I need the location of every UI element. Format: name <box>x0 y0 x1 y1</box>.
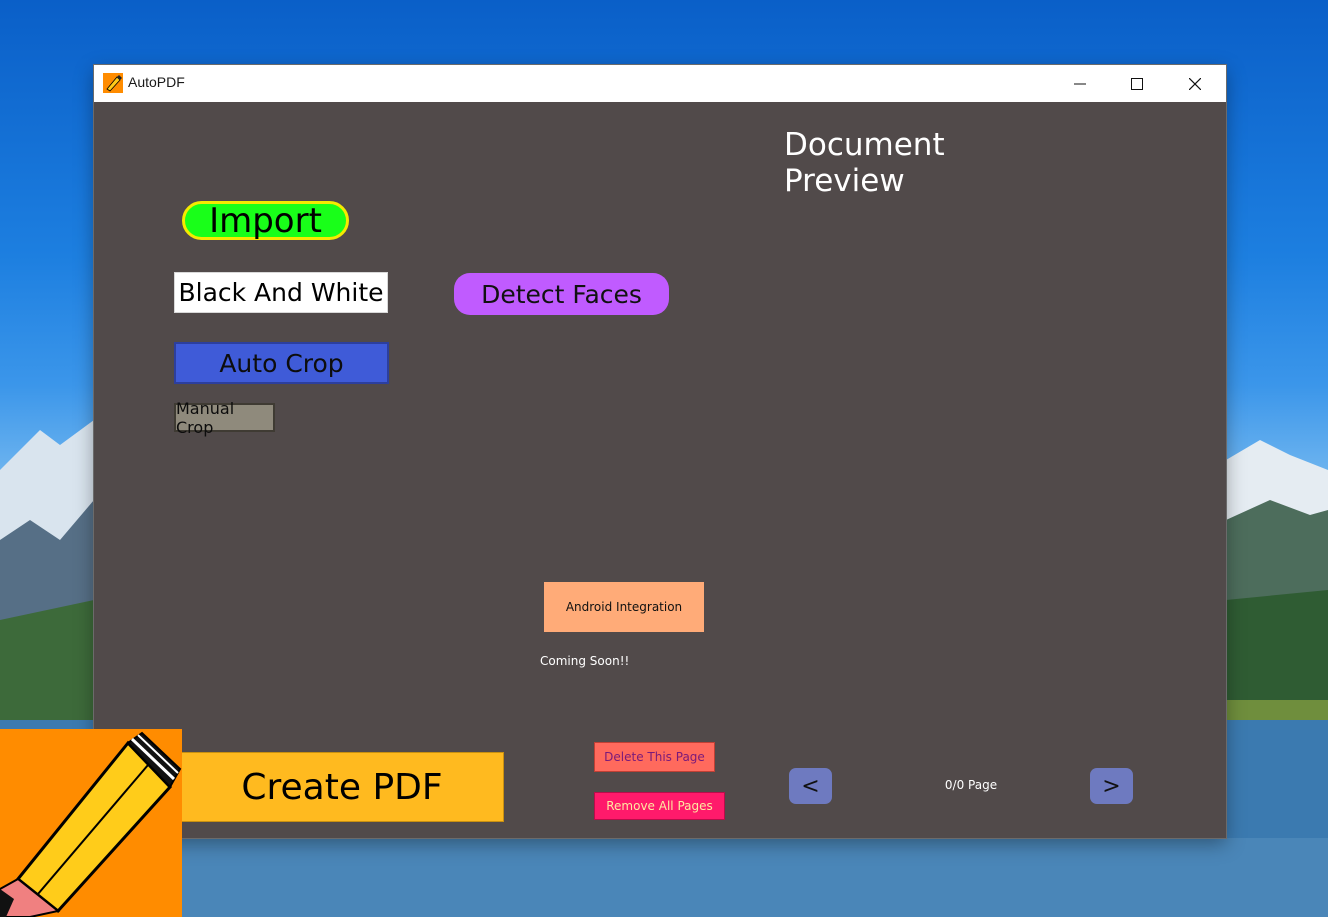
import-button[interactable]: Import <box>182 201 349 241</box>
close-button[interactable] <box>1166 65 1224 102</box>
create-pdf-button[interactable]: Create PDF <box>180 752 504 822</box>
minimize-button[interactable] <box>1051 65 1109 102</box>
page-indicator: 0/0 Page <box>944 778 998 792</box>
pencil-logo-icon <box>0 729 182 917</box>
remove-all-pages-button[interactable]: Remove All Pages <box>594 792 725 820</box>
detect-faces-button[interactable]: Detect Faces <box>454 273 669 315</box>
main-content: Import Black And White Detect Faces Auto… <box>94 102 1226 838</box>
black-and-white-button[interactable]: Black And White <box>174 272 388 313</box>
next-page-button[interactable]: > <box>1090 768 1133 804</box>
document-preview-title: Document Preview <box>784 127 945 199</box>
app-icon <box>103 73 123 93</box>
maximize-icon <box>1131 77 1143 90</box>
minimize-icon <box>1074 83 1086 84</box>
delete-page-button[interactable]: Delete This Page <box>594 742 715 772</box>
close-icon <box>1189 77 1201 90</box>
app-window: AutoPDF Import Black And White Detect Fa… <box>94 65 1226 838</box>
android-integration-button[interactable]: Android Integration <box>544 582 704 632</box>
window-title: AutoPDF <box>128 74 185 90</box>
title-bar: AutoPDF <box>94 65 1226 102</box>
manual-crop-button[interactable]: Manual Crop <box>174 399 275 437</box>
coming-soon-label: Coming Soon!! <box>540 654 630 668</box>
previous-page-button[interactable]: < <box>789 768 832 804</box>
maximize-button[interactable] <box>1108 65 1166 102</box>
auto-crop-button[interactable]: Auto Crop <box>174 342 389 384</box>
